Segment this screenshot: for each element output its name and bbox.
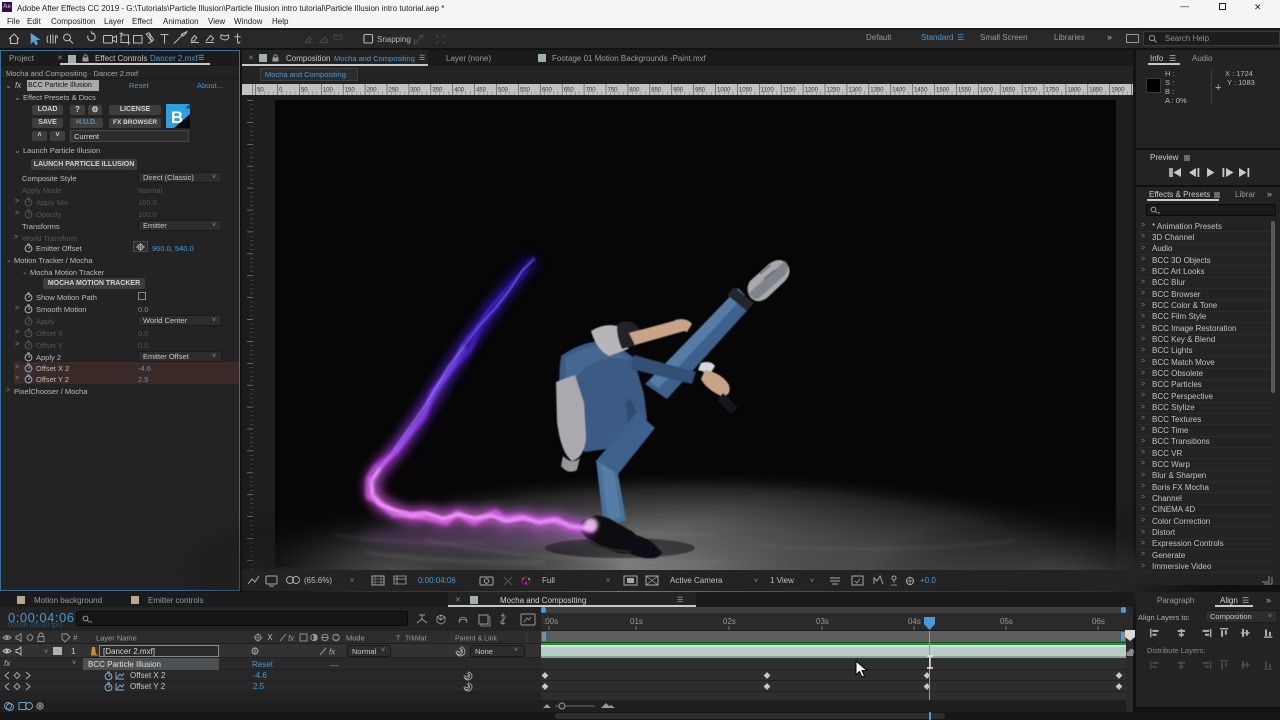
svg-text:1550: 1550	[958, 88, 972, 94]
svg-text:500: 500	[498, 88, 509, 94]
svg-text:900: 900	[673, 88, 684, 94]
svg-text:650: 650	[564, 88, 575, 94]
svg-text:850: 850	[651, 88, 662, 94]
svg-text:fx: fx	[288, 634, 295, 643]
svg-text:04s: 04s	[908, 617, 921, 626]
svg-text:06s: 06s	[1092, 617, 1105, 626]
svg-text:450: 450	[476, 88, 487, 94]
svg-text:1600: 1600	[980, 88, 994, 94]
svg-text:1200: 1200	[805, 88, 819, 94]
svg-text:02s: 02s	[723, 617, 736, 626]
svg-text:950: 950	[695, 88, 706, 94]
svg-text:1800: 1800	[1067, 88, 1081, 94]
svg-text:50: 50	[257, 88, 264, 94]
svg-text:1750: 1750	[1046, 88, 1060, 94]
svg-text:Active Camera: Active Camera	[670, 576, 723, 585]
svg-text:1: 1	[71, 646, 76, 656]
svg-text:1450: 1450	[914, 88, 928, 94]
svg-text:Layer Name: Layer Name	[96, 634, 137, 643]
svg-text:˅: ˅	[350, 578, 354, 585]
svg-text:1050: 1050	[739, 88, 753, 94]
svg-text:800: 800	[629, 88, 640, 94]
svg-text:1250: 1250	[827, 88, 841, 94]
svg-text:50: 50	[301, 88, 308, 94]
svg-text:1350: 1350	[870, 88, 884, 94]
svg-text:250: 250	[389, 88, 400, 94]
svg-text:1900: 1900	[1111, 88, 1125, 94]
svg-text:300: 300	[410, 88, 421, 94]
svg-text:(65.6%): (65.6%)	[304, 576, 332, 585]
svg-text:1000: 1000	[717, 88, 731, 94]
svg-text:TrkMat: TrkMat	[405, 636, 427, 643]
svg-text:350: 350	[432, 88, 443, 94]
svg-text:05s: 05s	[1000, 617, 1013, 626]
svg-text:T: T	[396, 636, 401, 643]
svg-text:Full: Full	[542, 576, 555, 585]
svg-text:˅: ˅	[606, 578, 610, 585]
svg-text:Mode: Mode	[346, 634, 365, 643]
svg-text:0:00:04:06: 0:00:04:06	[418, 576, 456, 585]
svg-text:200: 200	[367, 88, 378, 94]
svg-text:100: 100	[323, 88, 334, 94]
svg-text:fx: fx	[329, 648, 336, 657]
svg-text:B: B	[171, 108, 183, 127]
svg-text:˅: ˅	[754, 578, 758, 585]
svg-text:Parent & Link: Parent & Link	[455, 636, 498, 643]
svg-text:1650: 1650	[1002, 88, 1016, 94]
svg-text:600: 600	[542, 88, 553, 94]
svg-text:750: 750	[608, 88, 619, 94]
svg-text:1400: 1400	[892, 88, 906, 94]
svg-text:1 View: 1 View	[770, 576, 794, 585]
svg-text:150: 150	[345, 88, 356, 94]
svg-text:+0.0: +0.0	[920, 576, 936, 585]
svg-text:1850: 1850	[1089, 88, 1103, 94]
svg-text:1700: 1700	[1024, 88, 1038, 94]
svg-text:550: 550	[520, 88, 531, 94]
svg-text:Snapping: Snapping	[377, 35, 411, 44]
svg-text:1500: 1500	[936, 88, 950, 94]
svg-text:˅: ˅	[810, 578, 814, 585]
svg-text:#: #	[73, 634, 78, 643]
svg-text:˅: ˅	[44, 649, 48, 656]
svg-text::00s: :00s	[543, 617, 558, 626]
svg-text:03s: 03s	[816, 617, 829, 626]
svg-text:01s: 01s	[630, 617, 643, 626]
svg-text:0: 0	[279, 88, 283, 94]
svg-text:400: 400	[454, 88, 465, 94]
svg-text:700: 700	[586, 88, 597, 94]
svg-text:1300: 1300	[848, 88, 862, 94]
